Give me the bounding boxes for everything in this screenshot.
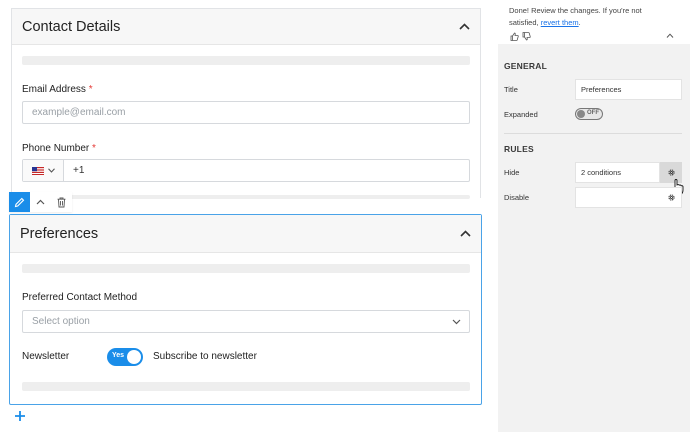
thumbs-down-icon[interactable]: [522, 32, 531, 41]
preferences-section[interactable]: Preferences Preferred Contact Method Sel…: [9, 214, 482, 405]
email-label: Email Address *: [22, 84, 93, 95]
trash-icon: [57, 197, 66, 207]
add-element-button[interactable]: [14, 409, 28, 423]
toggle-text: Yes: [112, 352, 125, 359]
settings-panel: Done! Review the changes. If you're not …: [498, 0, 690, 432]
plus-icon: [15, 411, 25, 421]
email-placeholder: example@email.com: [32, 107, 126, 118]
toggle-knob: [127, 350, 141, 364]
title-input[interactable]: Preferences: [575, 79, 682, 100]
us-flag-icon: [31, 166, 44, 175]
chevron-down-icon: [47, 168, 55, 173]
chevron-up-icon[interactable]: [459, 228, 471, 240]
contact-details-header[interactable]: Contact Details: [12, 9, 480, 45]
newsletter-label: Newsletter: [22, 351, 70, 362]
ai-notice: Done! Review the changes. If you're not …: [498, 0, 690, 44]
section-title: Contact Details: [22, 18, 121, 35]
placeholder-bar: [22, 195, 470, 199]
disable-label: Disable: [504, 193, 530, 202]
gear-icon: [667, 194, 675, 201]
placeholder-bar: [22, 382, 470, 391]
revert-link[interactable]: revert them: [541, 18, 579, 27]
delete-button[interactable]: [51, 192, 72, 212]
edit-button[interactable]: [9, 192, 30, 212]
section-title: Preferences: [20, 225, 99, 242]
move-up-button[interactable]: [30, 192, 51, 212]
chevron-up-icon[interactable]: [666, 33, 674, 38]
phone-label: Phone Number *: [22, 143, 96, 154]
thumbs-up-icon[interactable]: [510, 32, 519, 41]
chevron-up-icon: [36, 199, 45, 205]
select-placeholder: Select option: [32, 316, 90, 327]
element-toolbar: [9, 192, 72, 212]
notice-text: Done! Review the changes. If you're not …: [509, 6, 642, 27]
toggle-knob: [577, 110, 585, 118]
subscribe-text: Subscribe to newsletter: [153, 351, 257, 362]
hide-rule-input[interactable]: 2 conditions: [575, 162, 660, 183]
disable-rule-settings-button[interactable]: [660, 187, 682, 208]
hide-label: Hide: [504, 168, 520, 177]
title-label: Title: [504, 85, 518, 94]
expanded-label: Expanded: [504, 110, 538, 119]
form-builder: Contact Details Email Address * example@…: [0, 0, 690, 432]
gear-icon: [667, 169, 675, 176]
chevron-down-icon: [452, 319, 461, 324]
rules-section-title: RULES: [504, 144, 534, 154]
email-field[interactable]: example@email.com: [22, 101, 470, 124]
contact-method-select[interactable]: Select option: [22, 310, 470, 333]
toggle-state: OFF: [587, 110, 599, 116]
phone-field[interactable]: +1: [22, 159, 470, 182]
contact-details-section[interactable]: Contact Details Email Address * example@…: [11, 8, 481, 199]
placeholder-bar: [22, 56, 470, 65]
pencil-icon: [14, 197, 25, 207]
divider: [504, 133, 682, 134]
country-select[interactable]: [23, 160, 64, 181]
expanded-toggle[interactable]: OFF: [575, 108, 603, 120]
feedback-buttons: [510, 32, 531, 41]
placeholder-bar: [22, 264, 470, 273]
contact-method-label: Preferred Contact Method: [22, 292, 138, 303]
preferences-header[interactable]: Preferences: [10, 215, 481, 253]
newsletter-toggle[interactable]: Yes: [107, 348, 143, 366]
chevron-up-icon[interactable]: [458, 21, 470, 33]
general-section-title: GENERAL: [504, 61, 547, 71]
phone-prefix: +1: [73, 165, 85, 176]
